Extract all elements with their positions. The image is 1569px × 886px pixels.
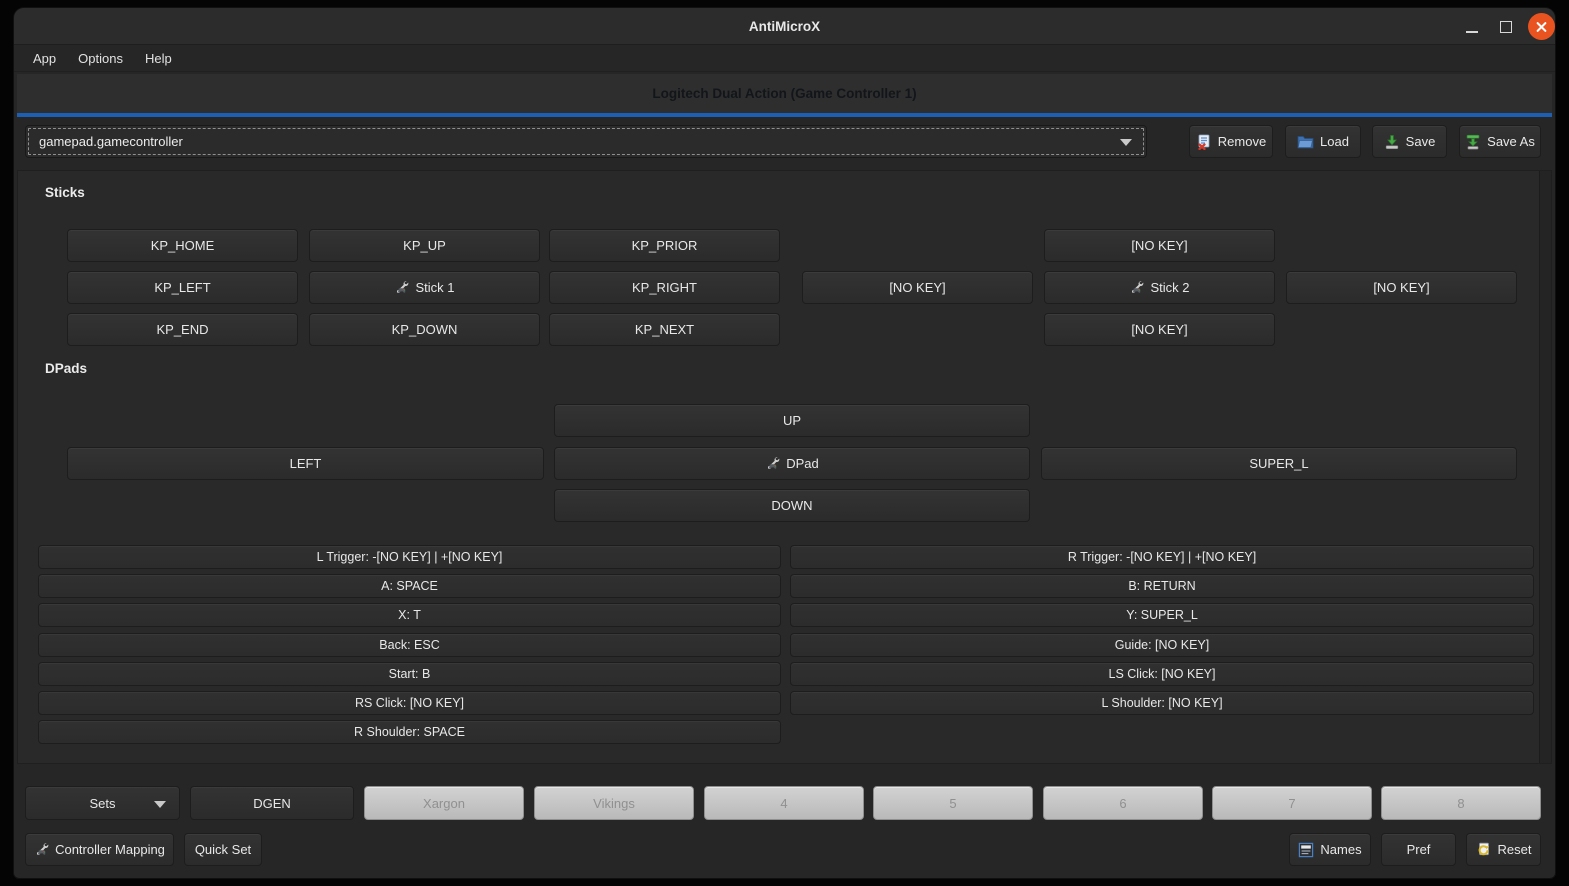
stick1-button-label: Stick 1 xyxy=(415,280,454,295)
reset-icon xyxy=(1476,842,1492,858)
stick1-down-right-button[interactable]: KP_NEXT xyxy=(549,313,780,346)
gamepad-wrench-icon xyxy=(1129,280,1144,295)
save-as-button[interactable]: Save As xyxy=(1459,125,1541,158)
stick2-down-button[interactable]: [NO KEY] xyxy=(1044,313,1275,346)
stick1-up-left-button[interactable]: KP_HOME xyxy=(67,229,298,262)
maximize-icon xyxy=(1500,21,1512,33)
tab-controller[interactable]: Logitech Dual Action (Game Controller 1) xyxy=(17,74,1552,113)
save-button[interactable]: Save xyxy=(1372,125,1447,158)
profile-combobox-value: gamepad.gamecontroller xyxy=(39,126,183,157)
button-x[interactable]: X: T xyxy=(38,603,781,627)
tab-bar: Logitech Dual Action (Game Controller 1) xyxy=(17,74,1552,117)
dpad-left-button[interactable]: LEFT xyxy=(67,447,544,480)
sticks-heading: Sticks xyxy=(45,185,85,200)
set-button-8[interactable]: 8 xyxy=(1381,786,1541,820)
stick1-down-button[interactable]: KP_DOWN xyxy=(309,313,540,346)
dpad-down-button[interactable]: DOWN xyxy=(554,489,1030,522)
menu-options[interactable]: Options xyxy=(67,47,134,70)
button-ls-click[interactable]: LS Click: [NO KEY] xyxy=(790,662,1534,686)
remove-button-label: Remove xyxy=(1218,134,1266,149)
stick1-up-button[interactable]: KP_UP xyxy=(309,229,540,262)
gamepad-wrench-icon xyxy=(765,456,780,471)
set-button-3[interactable]: Vikings xyxy=(534,786,694,820)
button-l-shoulder[interactable]: L Shoulder: [NO KEY] xyxy=(790,691,1534,715)
remove-button[interactable]: Remove xyxy=(1189,125,1273,158)
set-button-6[interactable]: 6 xyxy=(1043,786,1203,820)
set-button-2[interactable]: Xargon xyxy=(364,786,524,820)
set-button-1[interactable]: DGEN xyxy=(190,786,354,820)
names-button-label: Names xyxy=(1320,842,1361,857)
vertical-scrollbar[interactable] xyxy=(1539,171,1551,763)
button-rs-click[interactable]: RS Click: [NO KEY] xyxy=(38,691,781,715)
save-icon xyxy=(1384,134,1400,150)
dpad-right-button[interactable]: SUPER_L xyxy=(1041,447,1517,480)
stick1-right-button[interactable]: KP_RIGHT xyxy=(549,271,780,304)
stick2-up-button[interactable]: [NO KEY] xyxy=(1044,229,1275,262)
save-as-icon xyxy=(1465,134,1481,150)
dpads-heading: DPads xyxy=(45,361,87,376)
reset-button-label: Reset xyxy=(1498,842,1532,857)
profile-combobox[interactable]: gamepad.gamecontroller xyxy=(25,125,1147,158)
controller-mapping-label: Controller Mapping xyxy=(55,842,165,857)
minimize-button[interactable] xyxy=(1460,15,1484,39)
titlebar[interactable]: AntiMicroX xyxy=(14,8,1555,45)
main-scroll-area: Sticks KP_HOME KP_UP KP_PRIOR [NO KEY] K… xyxy=(17,170,1552,764)
button-b[interactable]: B: RETURN xyxy=(790,574,1534,598)
set-button-5[interactable]: 5 xyxy=(873,786,1033,820)
menubar: App Options Help xyxy=(14,45,1555,72)
close-button[interactable] xyxy=(1528,13,1555,40)
r-trigger-button[interactable]: R Trigger: -[NO KEY] | +[NO KEY] xyxy=(790,545,1534,569)
quick-set-button[interactable]: Quick Set xyxy=(184,833,262,866)
sets-dropdown-button[interactable]: Sets xyxy=(25,786,180,820)
remove-profile-icon xyxy=(1196,134,1212,150)
button-start[interactable]: Start: B xyxy=(38,662,781,686)
save-as-button-label: Save As xyxy=(1487,134,1535,149)
dpad-button-label: DPad xyxy=(786,456,819,471)
stick2-left-button[interactable]: [NO KEY] xyxy=(802,271,1033,304)
gamepad-wrench-icon xyxy=(34,842,49,857)
menu-help[interactable]: Help xyxy=(134,47,183,70)
set-button-7[interactable]: 7 xyxy=(1212,786,1372,820)
controller-mapping-button[interactable]: Controller Mapping xyxy=(25,833,174,866)
save-button-label: Save xyxy=(1406,134,1436,149)
names-button[interactable]: Names xyxy=(1289,833,1371,866)
stick1-button[interactable]: Stick 1 xyxy=(309,271,540,304)
window-title: AntiMicroX xyxy=(14,8,1555,45)
dpad-button[interactable]: DPad xyxy=(554,447,1030,480)
pref-button[interactable]: Pref xyxy=(1381,833,1456,866)
stick1-left-button[interactable]: KP_LEFT xyxy=(67,271,298,304)
button-back[interactable]: Back: ESC xyxy=(38,633,781,657)
stick2-right-button[interactable]: [NO KEY] xyxy=(1286,271,1517,304)
load-button-label: Load xyxy=(1320,134,1349,149)
tab-active-indicator xyxy=(17,113,1552,117)
stick1-down-left-button[interactable]: KP_END xyxy=(67,313,298,346)
sets-dropdown-label: Sets xyxy=(89,796,115,811)
button-guide[interactable]: Guide: [NO KEY] xyxy=(790,633,1534,657)
l-trigger-button[interactable]: L Trigger: -[NO KEY] | +[NO KEY] xyxy=(38,545,781,569)
minimize-icon xyxy=(1466,31,1478,33)
reset-button[interactable]: Reset xyxy=(1466,833,1541,866)
stick2-button[interactable]: Stick 2 xyxy=(1044,271,1275,304)
open-folder-icon xyxy=(1297,134,1314,149)
button-r-shoulder[interactable]: R Shoulder: SPACE xyxy=(38,720,781,744)
stick2-button-label: Stick 2 xyxy=(1150,280,1189,295)
chevron-down-icon xyxy=(154,801,166,808)
load-button[interactable]: Load xyxy=(1285,125,1361,158)
menu-app[interactable]: App xyxy=(22,47,67,70)
set-button-4[interactable]: 4 xyxy=(704,786,864,820)
button-y[interactable]: Y: SUPER_L xyxy=(790,603,1534,627)
app-window: AntiMicroX App Options Help Logitech Dua… xyxy=(14,8,1555,878)
button-a[interactable]: A: SPACE xyxy=(38,574,781,598)
stick1-up-right-button[interactable]: KP_PRIOR xyxy=(549,229,780,262)
gamepad-wrench-icon xyxy=(394,280,409,295)
chevron-down-icon xyxy=(1120,139,1132,146)
maximize-button[interactable] xyxy=(1494,15,1518,39)
dpad-up-button[interactable]: UP xyxy=(554,404,1030,437)
names-icon xyxy=(1298,842,1314,858)
